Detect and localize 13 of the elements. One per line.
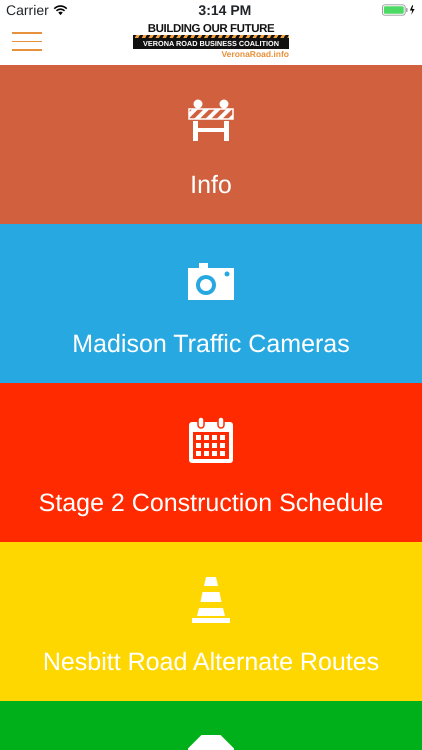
battery-icon <box>382 4 416 16</box>
clock: 3:14 PM <box>198 0 252 20</box>
tile-label: Nesbitt Road Alternate Routes <box>42 647 380 678</box>
tile-label: Stage 2 Construction Schedule <box>38 488 384 519</box>
carrier-name: Carrier <box>6 0 49 20</box>
tile-label: Madison Traffic Cameras <box>72 329 350 360</box>
menu-tile[interactable]: Madison Traffic Cameras <box>0 224 422 383</box>
menu-tile[interactable]: Info <box>0 65 422 224</box>
menu-tile[interactable]: Stage 2 Construction Schedule <box>0 383 422 542</box>
wifi-icon <box>52 4 68 16</box>
menu-button[interactable] <box>12 32 42 50</box>
logo-url: VeronaRoad.info <box>220 49 289 60</box>
tile-label: Info <box>190 170 232 201</box>
